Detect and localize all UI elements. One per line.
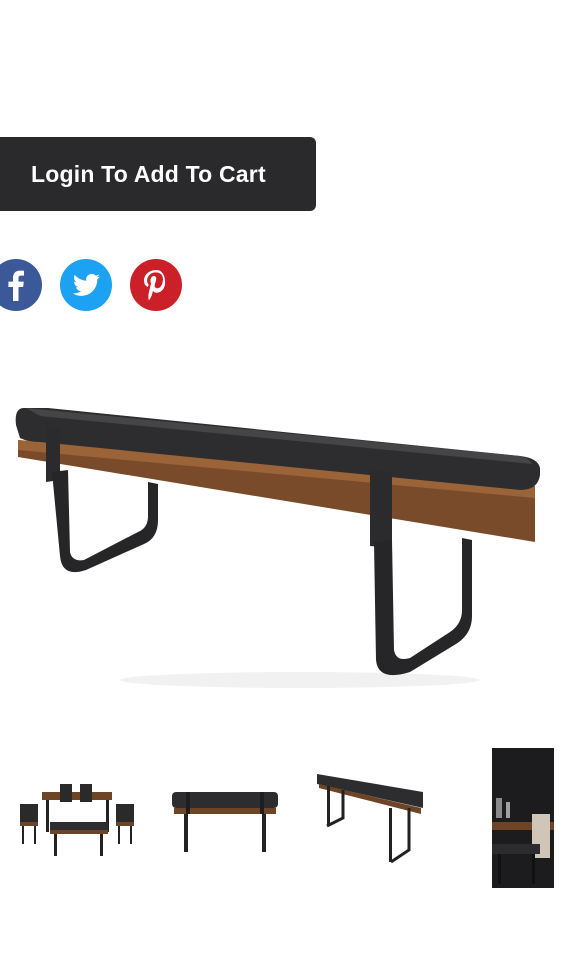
- thumbnail-dining-set[interactable]: [14, 748, 142, 888]
- product-image: [0, 370, 577, 700]
- twitter-icon: [60, 259, 112, 311]
- login-to-add-to-cart-button[interactable]: Login To Add To Cart: [0, 137, 316, 211]
- twitter-share-button[interactable]: [60, 259, 112, 311]
- thumbnail-bench-front[interactable]: [164, 748, 292, 888]
- thumbnail-bench-angle[interactable]: [313, 748, 441, 888]
- thumbnail-room-scene[interactable]: [492, 748, 554, 888]
- facebook-icon: [0, 259, 42, 311]
- facebook-share-button[interactable]: [0, 259, 42, 311]
- pinterest-share-button[interactable]: [130, 259, 182, 311]
- pinterest-icon: [130, 259, 182, 311]
